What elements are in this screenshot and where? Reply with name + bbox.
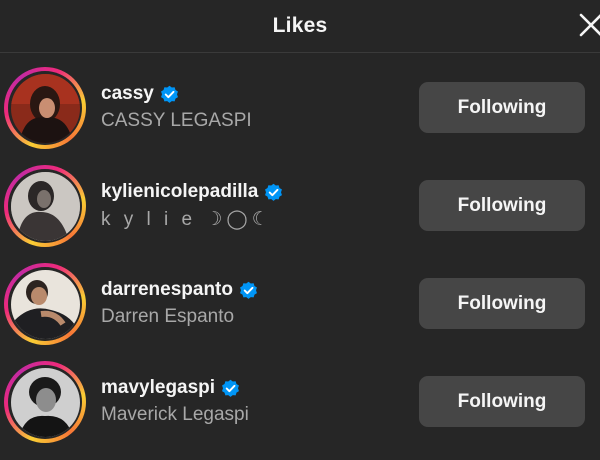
avatar bbox=[10, 367, 80, 437]
likes-list: cassy CASSY LEGASPI Following kylienicol… bbox=[0, 59, 600, 451]
verified-badge-icon bbox=[160, 85, 179, 104]
following-button[interactable]: Following bbox=[419, 278, 585, 329]
following-button[interactable]: Following bbox=[419, 82, 585, 133]
list-item: kylienicolepadilla k y l i e ☽◯☾ Followi… bbox=[0, 157, 600, 255]
dialog-title: Likes bbox=[272, 14, 328, 37]
full-name: CASSY LEGASPI bbox=[101, 110, 252, 131]
list-item: cassy CASSY LEGASPI Following bbox=[0, 59, 600, 157]
verified-badge-icon bbox=[239, 281, 258, 300]
following-button[interactable]: Following bbox=[419, 180, 585, 231]
list-item: darrenespanto Darren Espanto Following bbox=[0, 255, 600, 353]
full-name: k y l i e ☽◯☾ bbox=[101, 209, 273, 230]
username[interactable]: mavylegaspi bbox=[101, 377, 215, 399]
full-name: Darren Espanto bbox=[101, 306, 235, 327]
avatar bbox=[10, 269, 80, 339]
story-ring[interactable] bbox=[4, 263, 86, 345]
username[interactable]: cassy bbox=[101, 83, 154, 105]
full-name: Maverick Legaspi bbox=[101, 404, 249, 425]
dialog-header: Likes bbox=[0, 0, 600, 53]
username[interactable]: darrenespanto bbox=[101, 279, 233, 301]
likes-dialog: Likes cassy CASSY LEGASPI Following kyli… bbox=[0, 0, 600, 460]
story-ring[interactable] bbox=[4, 361, 86, 443]
username[interactable]: kylienicolepadilla bbox=[101, 181, 258, 203]
verified-badge-icon bbox=[221, 379, 240, 398]
list-item: mavylegaspi Maverick Legaspi Following bbox=[0, 353, 600, 451]
story-ring[interactable] bbox=[4, 165, 86, 247]
avatar bbox=[10, 171, 80, 241]
avatar bbox=[10, 73, 80, 143]
close-icon[interactable] bbox=[576, 10, 600, 40]
following-button[interactable]: Following bbox=[419, 376, 585, 427]
story-ring[interactable] bbox=[4, 67, 86, 149]
verified-badge-icon bbox=[264, 183, 283, 202]
